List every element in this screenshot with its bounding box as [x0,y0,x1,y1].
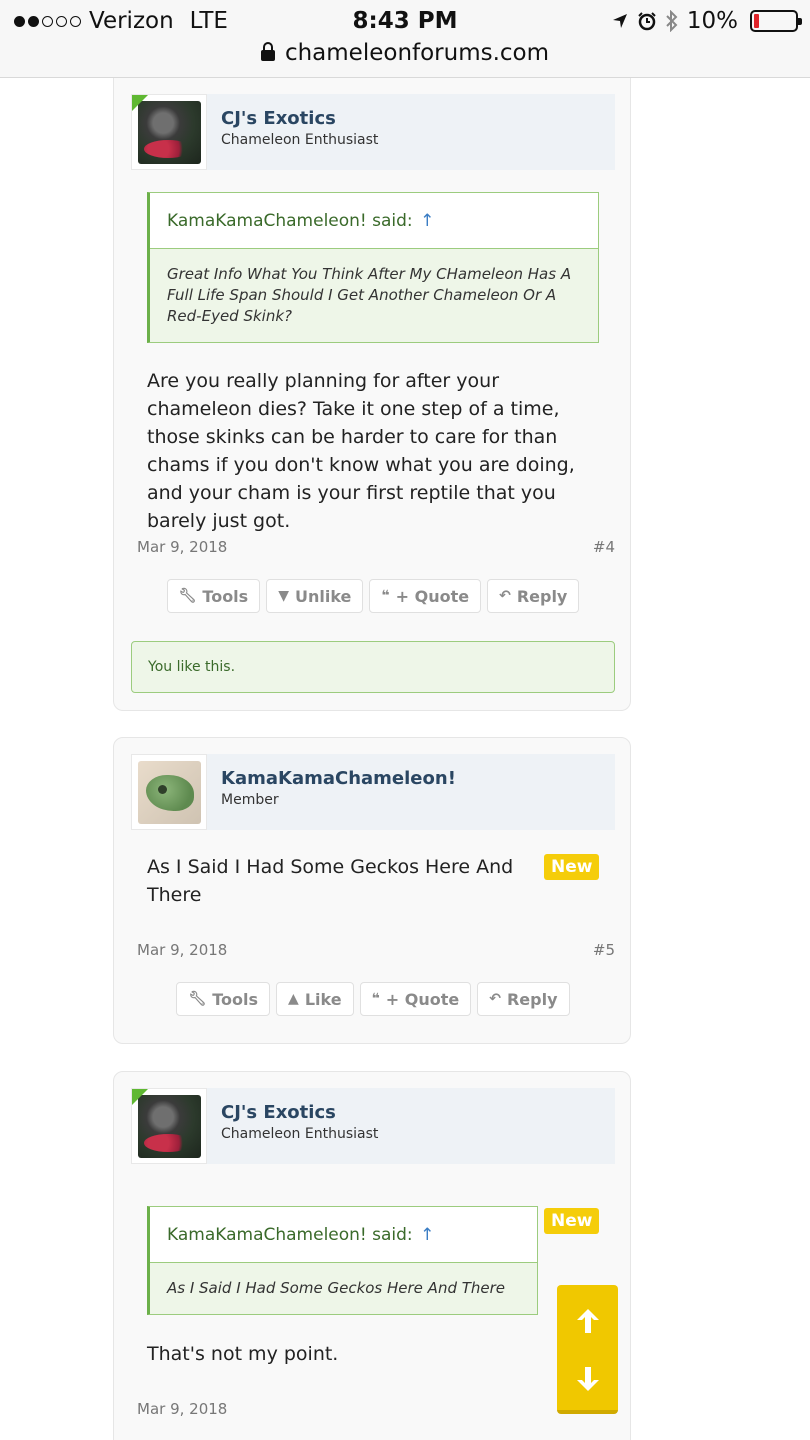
alarm-icon [638,12,656,31]
quote-header[interactable]: KamaKamaChameleon! said: ↑ [150,193,598,249]
scroll-navigation [557,1285,618,1414]
username[interactable]: CJ's Exotics [221,108,336,129]
location-icon [612,14,627,28]
post-date[interactable]: Mar 9, 2018 [137,1400,227,1418]
tools-button[interactable]: 🔧︎ Tools [166,579,261,613]
quote-button[interactable]: ❝ + Quote [369,579,482,613]
lock-icon [260,42,275,61]
quote-jump-arrow[interactable]: ↑ [420,1225,434,1245]
tools-button[interactable]: 🔧︎ Tools [176,982,271,1016]
quote-header[interactable]: KamaKamaChameleon! said: ↑ [150,1207,537,1263]
like-label: Like [304,989,342,1009]
post-meta: Mar 9, 2018 #5 [137,941,615,959]
quote-icon: ❝ [381,588,390,604]
arrow-down-icon [576,1367,599,1391]
post-actions: 🔧︎ Tools ▲ Like ❝ + Quote ↶ Reply [114,982,632,1016]
avatar[interactable] [131,1088,207,1164]
quote-button[interactable]: ❝ + Quote [359,982,472,1016]
post-actions: 🔧︎ Tools ▼ Unlike ❝ + Quote ↶ Reply [114,579,632,613]
quote-label: + Quote [385,989,460,1009]
unlike-label: Unlike [294,586,352,606]
post-date[interactable]: Mar 9, 2018 [137,941,227,959]
quote-label: + Quote [395,586,470,606]
message-body: Are you really planning for after your c… [147,370,575,532]
post: KamaKamaChameleon! Member As I Said I Ha… [113,737,631,1044]
quote-block: KamaKamaChameleon! said: ↑ Great Info Wh… [147,192,599,343]
quote-author: KamaKamaChameleon! said: [167,1225,413,1245]
liked-notice: You like this. [131,641,615,693]
username[interactable]: KamaKamaChameleon! [221,768,456,789]
bluetooth-icon [666,10,678,32]
user-block: KamaKamaChameleon! Member [131,754,615,830]
post: CJ's Exotics Chameleon Enthusiast KamaKa… [113,78,631,711]
new-badge: New [544,854,600,880]
quote-icon: ❝ [371,991,380,1007]
reply-label: Reply [506,989,558,1009]
new-badge: New [544,1208,600,1234]
reply-button[interactable]: ↶ Reply [487,579,580,613]
url-text: chameleonforums.com [284,40,550,66]
post-meta: Mar 9, 2018 #4 [137,538,615,556]
tools-label: Tools [202,586,249,606]
battery-icon [750,10,802,32]
unlike-button[interactable]: ▼ Unlike [266,579,364,613]
like-button[interactable]: ▲ Like [276,982,354,1016]
post-number[interactable]: #4 [593,538,615,556]
avatar[interactable] [131,754,207,830]
avatar[interactable] [131,94,207,170]
reply-icon: ↶ [499,588,511,604]
reply-icon: ↶ [489,991,501,1007]
wrench-icon: 🔧︎ [188,991,207,1007]
wrench-icon: 🔧︎ [178,588,197,604]
thumbs-down-icon: ▼ [278,588,289,604]
reply-label: Reply [516,586,568,606]
quote-jump-arrow[interactable]: ↑ [420,211,434,231]
post-date[interactable]: Mar 9, 2018 [137,538,227,556]
battery-percent: 10% [686,8,738,34]
post-meta: Mar 9, 2018 [137,1400,615,1418]
post-number[interactable]: #5 [593,941,615,959]
quote-text: Great Info What You Think After My CHame… [150,249,598,342]
scroll-top-button[interactable] [557,1291,618,1351]
user-block: CJ's Exotics Chameleon Enthusiast [131,94,615,170]
status-bar: Verizon LTE 8:43 PM 10% chameleonforums.… [0,0,810,78]
user-block: CJ's Exotics Chameleon Enthusiast [131,1088,615,1164]
quote-author: KamaKamaChameleon! said: [167,211,413,231]
user-title: Member [221,792,279,808]
username[interactable]: CJ's Exotics [221,1102,336,1123]
address-bar[interactable]: chameleonforums.com [0,38,810,68]
scroll-bottom-button[interactable] [557,1349,618,1409]
message-body: As I Said I Had Some Geckos Here And The… [147,856,514,906]
reply-button[interactable]: ↶ Reply [477,982,570,1016]
quote-text: As I Said I Had Some Geckos Here And The… [150,1263,537,1314]
tools-label: Tools [212,989,259,1009]
message-body: That's not my point. [147,1343,339,1365]
user-title: Chameleon Enthusiast [221,1126,379,1142]
user-title: Chameleon Enthusiast [221,132,379,148]
thumbs-up-icon: ▲ [288,991,299,1007]
post: CJ's Exotics Chameleon Enthusiast KamaKa… [113,1071,631,1440]
arrow-up-icon [576,1309,599,1333]
quote-block: KamaKamaChameleon! said: ↑ As I Said I H… [147,1206,538,1315]
